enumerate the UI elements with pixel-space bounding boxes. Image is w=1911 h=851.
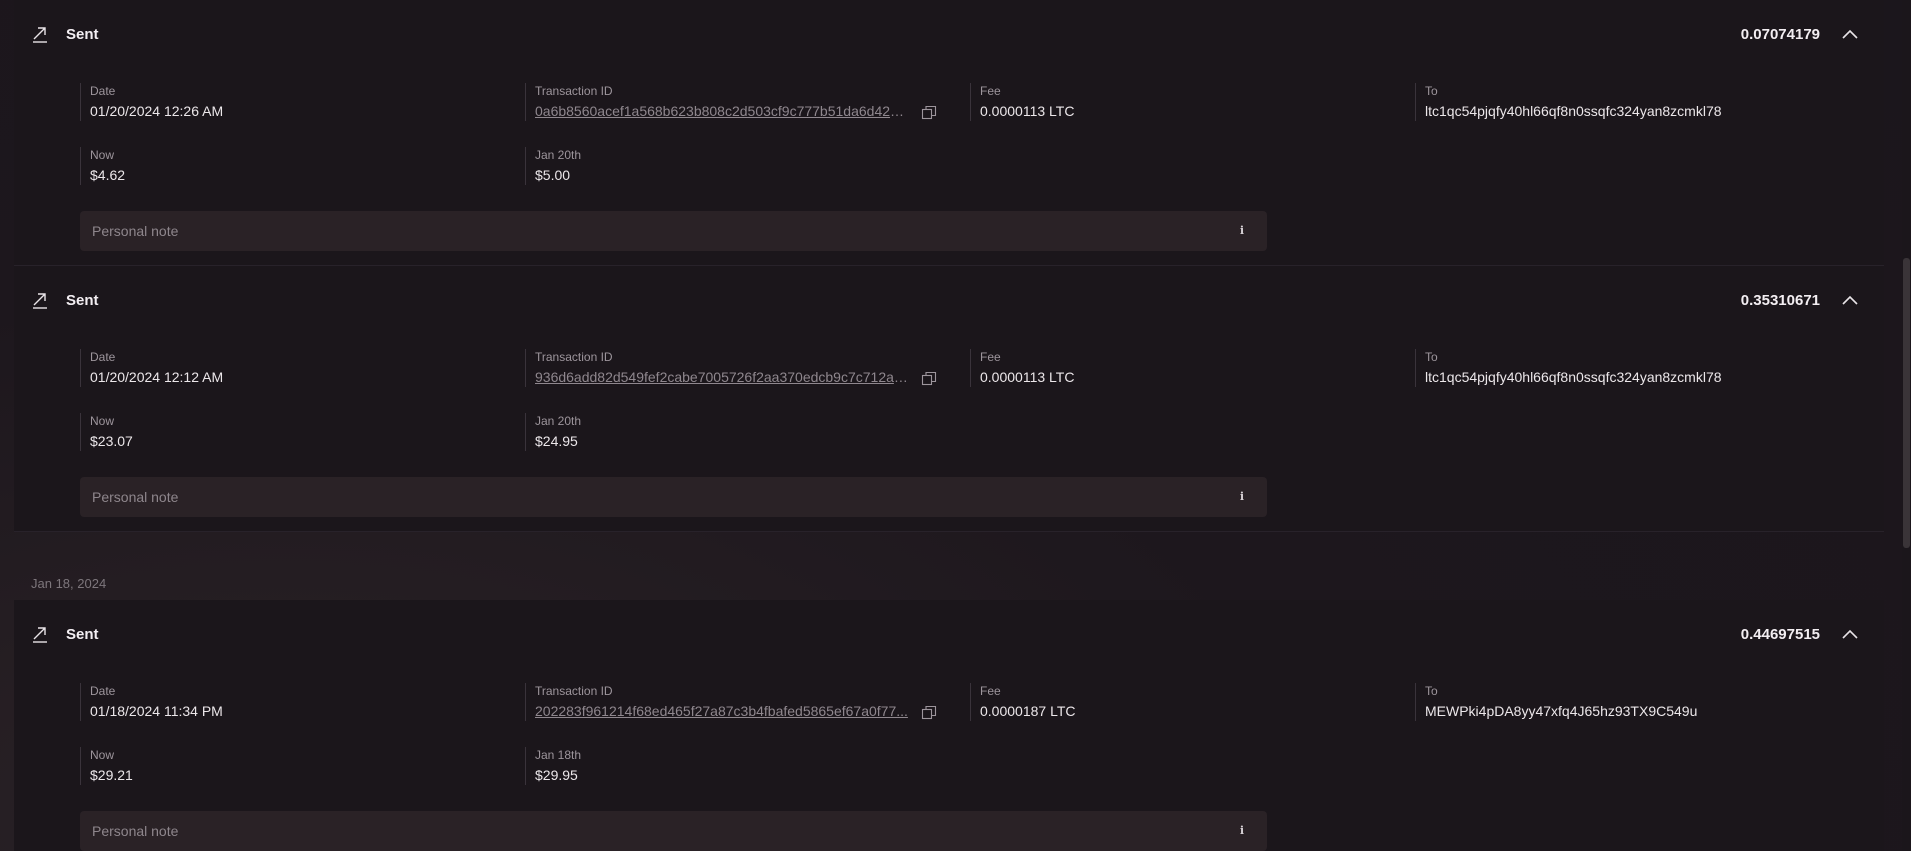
transaction-type: Sent — [66, 292, 99, 309]
historical-value-field: Jan 20th $5.00 — [525, 147, 581, 185]
fee-value: 0.0000113 LTC — [980, 369, 1075, 385]
transaction-amount: 0.07074179 — [1740, 26, 1820, 43]
date-label: Date — [90, 350, 116, 364]
fee-field: Fee 0.0000113 LTC — [970, 83, 1074, 121]
transaction-header[interactable]: Sent 0.44697515 — [14, 600, 1884, 668]
now-value-field: Now $29.21 — [80, 747, 133, 785]
chevron-up-icon[interactable] — [1840, 624, 1860, 644]
fee-label: Fee — [980, 84, 1001, 98]
info-icon[interactable]: i — [1233, 488, 1251, 506]
to-address: ltc1qc54pjqfy40hl66qf8n0ssqfc324yan8zcmk… — [1425, 103, 1722, 119]
chevron-up-icon[interactable] — [1840, 24, 1860, 44]
copy-icon[interactable] — [921, 705, 937, 721]
historical-label: Jan 20th — [535, 148, 582, 162]
fee-value: 0.0000113 LTC — [980, 103, 1075, 119]
fee-value: 0.0000187 LTC — [980, 703, 1076, 719]
date-group-header: Jan 18, 2024 — [14, 532, 1884, 600]
to-address: ltc1qc54pjqfy40hl66qf8n0ssqfc324yan8zcmk… — [1425, 369, 1722, 385]
copy-icon[interactable] — [921, 371, 937, 387]
scrollbar-thumb[interactable] — [1903, 258, 1910, 548]
transaction-item: Sent 0.35310671 Date 01/20/2024 12:12 AM… — [14, 266, 1884, 532]
date-field: Date 01/18/2024 11:34 PM — [80, 683, 223, 721]
personal-note-input[interactable] — [92, 477, 1212, 517]
personal-note: i — [80, 477, 1267, 517]
transaction-amount: 0.44697515 — [1740, 626, 1820, 643]
now-value: $4.62 — [90, 167, 126, 183]
info-icon[interactable]: i — [1233, 822, 1251, 840]
arrow-up-right-icon — [33, 293, 47, 309]
date-field: Date 01/20/2024 12:12 AM — [80, 349, 223, 387]
to-label: To — [1425, 350, 1438, 364]
now-label: Now — [90, 148, 115, 162]
personal-note: i — [80, 811, 1267, 851]
to-address: MEWPki4pDA8yy47xfq4J65hz93TX9C549u — [1425, 703, 1698, 719]
transaction-details: Date 01/20/2024 12:12 AM Transaction ID … — [14, 334, 1884, 531]
personal-note: i — [80, 211, 1267, 251]
transaction-type: Sent — [66, 26, 99, 43]
date-value: 01/20/2024 12:26 AM — [90, 103, 224, 119]
transaction-item: Sent 0.07074179 Date 01/20/2024 12:26 AM… — [14, 0, 1884, 266]
date-value: 01/20/2024 12:12 AM — [90, 369, 224, 385]
date-label: Date — [90, 84, 116, 98]
transaction-id-label: Transaction ID — [535, 350, 613, 364]
to-label: To — [1425, 684, 1438, 698]
chevron-up-icon[interactable] — [1840, 290, 1860, 310]
transaction-id-link[interactable]: 0a6b8560acef1a568b623b808c2d503cf9c777b5… — [535, 101, 909, 121]
historical-value: $5.00 — [535, 167, 571, 183]
transaction-amount: 0.35310671 — [1740, 292, 1820, 309]
now-value-field: Now $4.62 — [80, 147, 125, 185]
date-group-label: Jan 18, 2024 — [31, 576, 107, 591]
transaction-details: Date 01/20/2024 12:26 AM Transaction ID … — [14, 68, 1884, 265]
transaction-id-link[interactable]: 202283f961214f68ed465f27a87c3b4fbafed586… — [535, 701, 909, 721]
transaction-id-field: Transaction ID 0a6b8560acef1a568b623b808… — [525, 83, 937, 121]
personal-note-input[interactable] — [92, 211, 1212, 251]
date-field: Date 01/20/2024 12:26 AM — [80, 83, 223, 121]
historical-label: Jan 18th — [535, 748, 582, 762]
date-label: Date — [90, 684, 116, 698]
to-field: To MEWPki4pDA8yy47xfq4J65hz93TX9C549u — [1415, 683, 1697, 721]
transaction-item: Sent 0.44697515 Date 01/18/2024 11:34 PM… — [14, 600, 1884, 851]
now-value-field: Now $23.07 — [80, 413, 133, 451]
historical-value: $29.95 — [535, 767, 578, 783]
info-icon[interactable]: i — [1233, 222, 1251, 240]
now-value: $29.21 — [90, 767, 133, 783]
arrow-up-right-icon — [33, 627, 47, 643]
transaction-id-field: Transaction ID 202283f961214f68ed465f27a… — [525, 683, 937, 721]
to-label: To — [1425, 84, 1438, 98]
transaction-history-panel: Sent 0.07074179 Date 01/20/2024 12:26 AM… — [0, 0, 1911, 851]
now-label: Now — [90, 414, 115, 428]
transaction-id-label: Transaction ID — [535, 84, 613, 98]
fee-field: Fee 0.0000113 LTC — [970, 349, 1074, 387]
historical-value: $24.95 — [535, 433, 578, 449]
fee-label: Fee — [980, 350, 1001, 364]
transaction-id-label: Transaction ID — [535, 684, 613, 698]
transaction-header[interactable]: Sent 0.07074179 — [14, 0, 1884, 68]
date-value: 01/18/2024 11:34 PM — [90, 703, 223, 719]
historical-value-field: Jan 20th $24.95 — [525, 413, 581, 451]
historical-value-field: Jan 18th $29.95 — [525, 747, 581, 785]
to-field: To ltc1qc54pjqfy40hl66qf8n0ssqfc324yan8z… — [1415, 349, 1722, 387]
historical-label: Jan 20th — [535, 414, 582, 428]
now-value: $23.07 — [90, 433, 133, 449]
fee-field: Fee 0.0000187 LTC — [970, 683, 1075, 721]
scrollbar[interactable] — [1902, 0, 1911, 851]
transaction-details: Date 01/18/2024 11:34 PM Transaction ID … — [14, 668, 1884, 851]
personal-note-input[interactable] — [92, 811, 1212, 851]
transaction-list: Sent 0.07074179 Date 01/20/2024 12:26 AM… — [14, 0, 1884, 851]
transaction-id-field: Transaction ID 936d6add82d549fef2cabe700… — [525, 349, 937, 387]
transaction-id-link[interactable]: 936d6add82d549fef2cabe7005726f2aa370edcb… — [535, 367, 909, 387]
transaction-type: Sent — [66, 626, 99, 643]
to-field: To ltc1qc54pjqfy40hl66qf8n0ssqfc324yan8z… — [1415, 83, 1722, 121]
fee-label: Fee — [980, 684, 1001, 698]
now-label: Now — [90, 748, 115, 762]
copy-icon[interactable] — [921, 105, 937, 121]
transaction-header[interactable]: Sent 0.35310671 — [14, 266, 1884, 334]
arrow-up-right-icon — [33, 27, 47, 43]
